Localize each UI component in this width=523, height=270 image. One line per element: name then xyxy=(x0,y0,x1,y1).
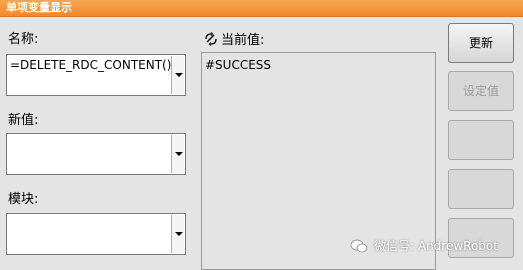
current-value-text: #SUCCESS xyxy=(205,58,272,72)
new-value-combobox[interactable] xyxy=(6,133,186,175)
current-value-label-row: 当前值: xyxy=(204,32,264,49)
name-combobox[interactable]: =DELETE_RDC_CONTENT() xyxy=(6,54,186,96)
update-button[interactable]: 更新 xyxy=(448,23,514,63)
blank-button-4[interactable] xyxy=(448,169,514,209)
name-label: 名称: xyxy=(8,32,39,47)
title-bar: 单项变量显示 xyxy=(0,0,523,17)
chevron-down-icon[interactable] xyxy=(171,215,184,253)
window-title: 单项变量显示 xyxy=(6,1,72,14)
new-value-label: 新值: xyxy=(8,113,39,128)
current-value-label: 当前值: xyxy=(221,33,265,48)
watermark-text: 微信号: AndrewRobot xyxy=(374,239,498,253)
watermark: 微信号: AndrewRobot xyxy=(350,237,498,254)
set-value-button[interactable]: 设定值 xyxy=(448,71,514,111)
name-value: =DELETE_RDC_CONTENT() xyxy=(10,58,172,72)
module-combobox[interactable] xyxy=(6,213,186,255)
module-label: 模块: xyxy=(8,192,39,207)
blank-button-3[interactable] xyxy=(448,120,514,160)
wechat-icon xyxy=(350,239,368,253)
chevron-down-icon[interactable] xyxy=(171,135,184,173)
chevron-down-icon[interactable] xyxy=(171,56,184,94)
refresh-link-icon xyxy=(205,32,217,46)
